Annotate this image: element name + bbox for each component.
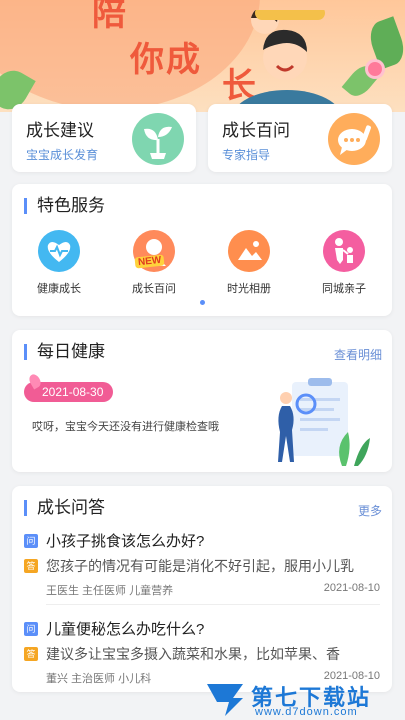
child-avatar-icon: NEW [133,230,175,272]
view-details-link[interactable]: 查看明细 [334,346,382,363]
service-local-parenting[interactable]: 同城亲子 [309,230,379,296]
question-badge: 问 [24,533,38,548]
question-line: 问儿童便秘怎么办吃什么? [24,618,204,639]
watermark: 第七下载站 www.d7down.com [203,680,399,720]
question-line: 问小孩子挑食该怎么办好? [24,530,204,551]
answer-text: 您孩子的情况有可能是消化不好引起，服用小儿乳 [46,558,354,574]
growth-advice-card[interactable]: 成长建议 宝宝成长发育 [12,104,196,172]
question-text: 小孩子挑食该怎么办好? [46,533,205,550]
card-title: 成长建议 [26,121,94,140]
section-title: 特色服务 [24,197,105,214]
section-title: 每日健康 [24,343,105,360]
growth-qa-panel: 成长问答 更多 问小孩子挑食该怎么办好? 答您孩子的情况有可能是消化不好引起，服… [12,486,392,692]
doctor-info: 王医生 主任医师 儿童营养 [46,585,174,597]
service-healthy-growth[interactable]: 健康成长 [24,230,94,296]
answer-badge: 答 [24,647,38,661]
parent-child-icon [323,230,365,272]
question-text: 儿童便秘怎么办吃什么? [46,621,205,638]
flower-decoration [368,62,382,76]
answer-line: 答您孩子的情况有可能是消化不好引起，服用小儿乳 [24,556,382,576]
answer-text: 建议多让宝宝多摄入蔬菜和水果，比如苹果、香 [46,646,340,662]
service-photo-album[interactable]: 时光相册 [214,230,284,296]
answer-badge: 答 [24,559,38,573]
doctor-info: 董兴 主治医师 小儿科 [46,673,152,685]
site-logo-icon [207,684,243,716]
health-message: 哎呀，宝宝今天还没有进行健康检查哦 [32,421,219,433]
service-growth-qa[interactable]: NEW 成长百问 [119,230,189,296]
health-date: 2021-08-30 [42,385,104,399]
service-label: 同城亲子 [322,283,366,295]
photo-album-icon [228,230,270,272]
flower-icon [27,372,43,390]
chat-bubble-icon [328,113,380,165]
daily-health-panel: 每日健康 查看明细 2021-08-30 哎呀，宝宝今天还没有进行健康检查哦 [12,330,392,472]
slogan-line-1: 陪 [92,0,128,34]
parent-child-illustration [233,10,341,112]
carousel-indicator[interactable] [200,300,205,305]
answer-date: 2021-08-10 [323,582,380,594]
section-title: 成长问答 [24,499,105,516]
qa-item[interactable]: 问小孩子挑食该怎么办好? 答您孩子的情况有可能是消化不好引起，服用小儿乳 王医生… [24,530,380,630]
featured-services-panel: 特色服务 健康成长 NEW 成长百问 时光相册 同城亲子 [12,184,392,316]
watermark-url: www.d7down.com [255,706,358,718]
question-badge: 问 [24,621,38,636]
card-subtitle: 专家指导 [222,148,271,162]
card-subtitle: 宝宝成长发育 [26,148,99,162]
sprout-icon [132,113,184,165]
card-title: 成长百问 [222,121,290,140]
service-label: 成长百问 [132,283,176,295]
more-link[interactable]: 更多 [358,502,382,519]
divider [46,604,380,605]
growth-qa-card[interactable]: 成长百问 专家指导 [208,104,392,172]
date-badge: 2021-08-30 [24,372,114,402]
service-label: 健康成长 [37,283,81,295]
heartbeat-icon [38,230,80,272]
answer-line: 答建议多让宝宝多摄入蔬菜和水果，比如苹果、香 [24,644,382,664]
health-check-illustration [278,378,370,466]
hero-banner[interactable]: 陪 你成 长 [0,0,405,112]
service-label: 时光相册 [227,283,271,295]
